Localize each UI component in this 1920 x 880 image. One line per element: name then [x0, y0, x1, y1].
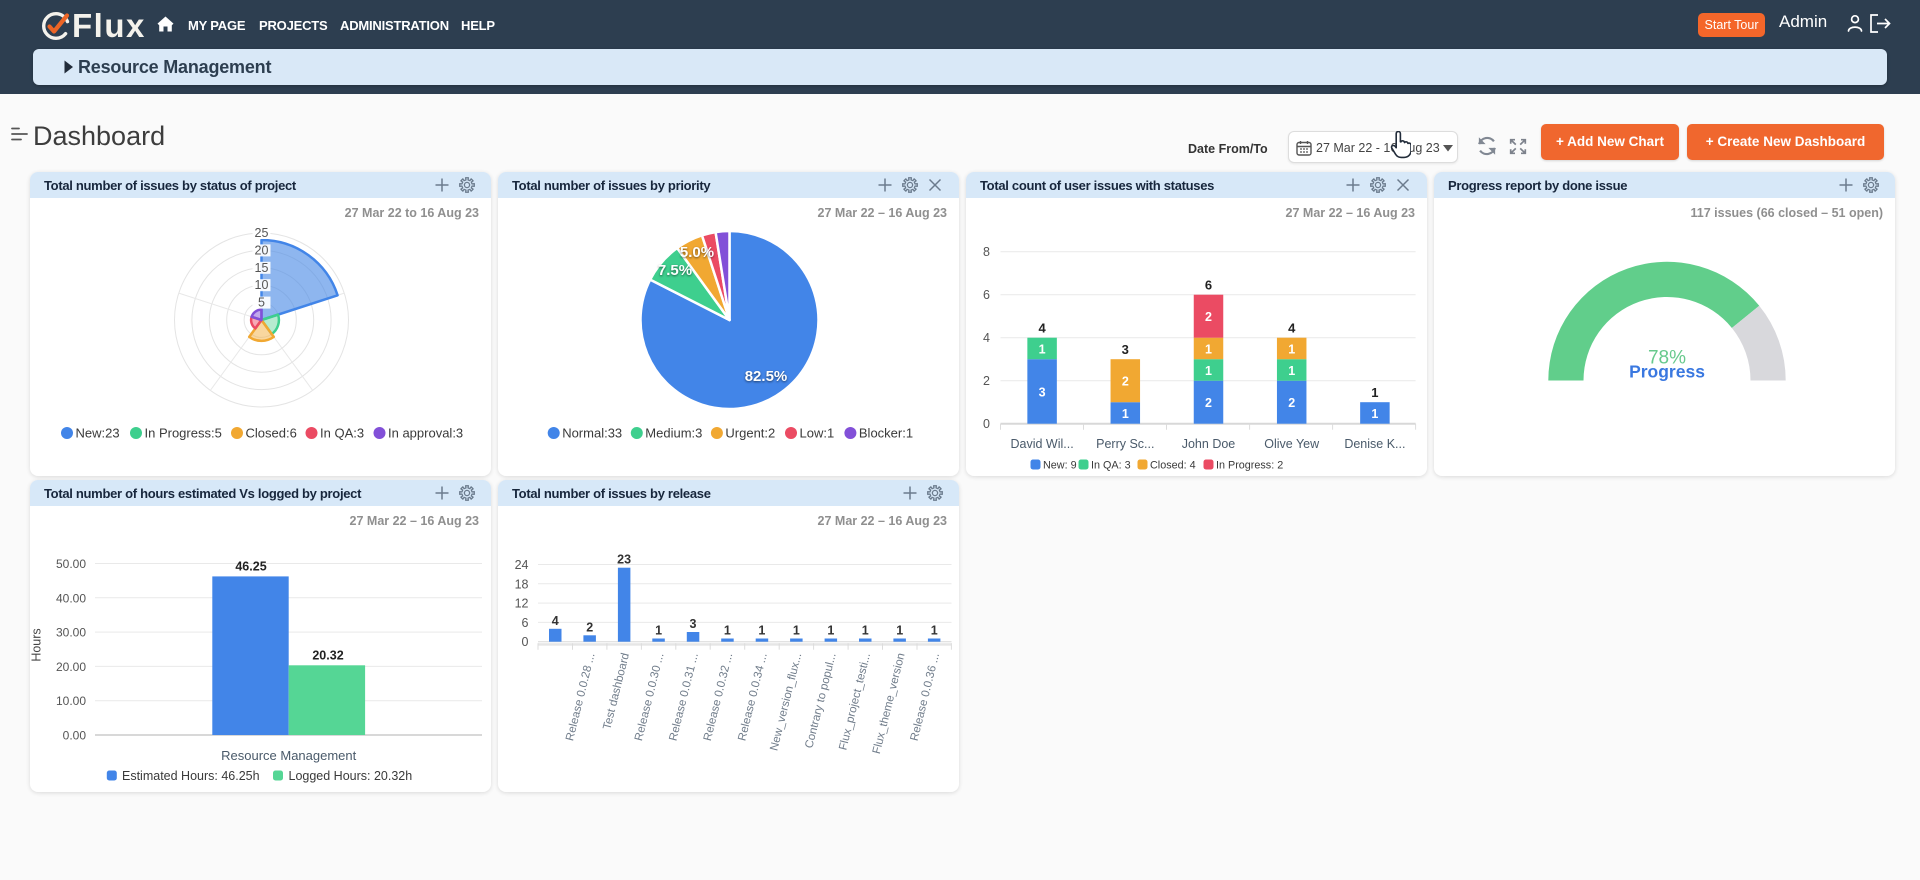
svg-text:1: 1	[931, 624, 938, 638]
svg-text:Blocker:1: Blocker:1	[859, 426, 913, 441]
svg-text:15: 15	[255, 261, 269, 275]
svg-text:Release 0.0.30 ...: Release 0.0.30 ...	[633, 652, 666, 742]
svg-text:1: 1	[827, 624, 834, 638]
svg-text:Closed: 4: Closed: 4	[1150, 460, 1196, 472]
svg-text:1: 1	[1039, 342, 1046, 356]
svg-text:2: 2	[1122, 375, 1129, 389]
svg-text:Closed:6: Closed:6	[246, 426, 297, 441]
svg-text:20.00: 20.00	[56, 660, 86, 674]
svg-text:2: 2	[586, 620, 593, 634]
svg-text:0: 0	[522, 635, 529, 649]
svg-text:David Wil...: David Wil...	[1010, 437, 1073, 451]
svg-text:Release 0.0.34 ...: Release 0.0.34 ...	[736, 652, 769, 742]
svg-text:1: 1	[1371, 385, 1378, 400]
svg-text:In Progress:5: In Progress:5	[145, 426, 222, 441]
svg-text:2: 2	[1288, 396, 1295, 410]
svg-text:50.00: 50.00	[56, 557, 86, 571]
svg-text:1: 1	[1288, 342, 1295, 356]
svg-text:20: 20	[255, 243, 269, 257]
svg-text:Logged Hours: 20.32h: Logged Hours: 20.32h	[289, 769, 413, 783]
svg-text:6: 6	[522, 616, 529, 630]
svg-text:10: 10	[255, 278, 269, 292]
svg-text:4: 4	[983, 331, 990, 345]
svg-text:18: 18	[515, 577, 529, 591]
svg-text:Release 0.0.28 ...: Release 0.0.28 ...	[564, 652, 597, 742]
svg-text:1: 1	[862, 624, 869, 638]
svg-text:4: 4	[1038, 321, 1046, 336]
svg-text:Resource Management: Resource Management	[221, 748, 357, 763]
svg-text:Urgent:2: Urgent:2	[725, 426, 775, 441]
svg-text:30.00: 30.00	[56, 626, 86, 640]
svg-text:1: 1	[793, 624, 800, 638]
svg-text:25: 25	[255, 226, 269, 240]
svg-text:Low:1: Low:1	[800, 426, 835, 441]
svg-text:5.0%: 5.0%	[680, 244, 714, 261]
svg-text:1: 1	[1288, 364, 1295, 378]
svg-text:0: 0	[983, 417, 990, 431]
svg-text:Release 0.0.31 ...: Release 0.0.31 ...	[667, 652, 700, 742]
svg-text:2: 2	[983, 374, 990, 388]
svg-text:Release 0.0.32 ...: Release 0.0.32 ...	[702, 652, 735, 742]
svg-text:Flux_theme_version: Flux_theme_version	[871, 652, 908, 755]
svg-text:1: 1	[724, 624, 731, 638]
svg-text:Normal:33: Normal:33	[562, 426, 622, 441]
svg-text:Perry Sc...: Perry Sc...	[1096, 437, 1154, 451]
svg-text:In QA: 3: In QA: 3	[1091, 460, 1131, 472]
svg-text:0.00: 0.00	[63, 729, 87, 743]
svg-text:1: 1	[1371, 407, 1378, 421]
svg-text:40.00: 40.00	[56, 591, 86, 605]
svg-text:Release 0.0.36 ...: Release 0.0.36 ...	[909, 652, 942, 742]
svg-text:10.00: 10.00	[56, 694, 86, 708]
svg-text:2: 2	[1205, 396, 1212, 410]
svg-text:1: 1	[1122, 407, 1129, 421]
svg-text:In approval:3: In approval:3	[388, 426, 463, 441]
svg-text:1: 1	[1205, 342, 1212, 356]
svg-text:4: 4	[1288, 321, 1296, 336]
svg-text:23: 23	[617, 553, 631, 567]
svg-text:New:23: New:23	[76, 426, 120, 441]
svg-text:New: 9: New: 9	[1043, 460, 1077, 472]
svg-text:Denise K...: Denise K...	[1344, 437, 1405, 451]
svg-text:6: 6	[983, 288, 990, 302]
svg-text:2: 2	[1205, 310, 1212, 324]
svg-text:4: 4	[552, 614, 559, 628]
svg-text:Progress: Progress	[1629, 362, 1705, 382]
svg-text:Hours: Hours	[30, 628, 44, 661]
svg-text:8: 8	[983, 245, 990, 259]
svg-text:1: 1	[896, 624, 903, 638]
svg-text:20.32: 20.32	[312, 648, 343, 662]
svg-text:John Doe: John Doe	[1182, 437, 1236, 451]
svg-text:Medium:3: Medium:3	[645, 426, 702, 441]
svg-text:In Progress: 2: In Progress: 2	[1216, 460, 1283, 472]
svg-text:3: 3	[690, 617, 697, 631]
svg-text:New_version_flux...: New_version_flux...	[768, 652, 804, 752]
svg-text:Test dashboard: Test dashboard	[601, 652, 632, 731]
svg-text:Contrary to popul...: Contrary to popul...	[803, 652, 838, 750]
svg-text:24: 24	[515, 558, 529, 572]
svg-text:1: 1	[758, 624, 765, 638]
svg-text:7.5%: 7.5%	[658, 262, 692, 279]
svg-text:1: 1	[1205, 364, 1212, 378]
svg-text:3: 3	[1039, 385, 1046, 399]
svg-text:46.25: 46.25	[235, 559, 266, 573]
svg-text:Estimated Hours: 46.25h: Estimated Hours: 46.25h	[122, 769, 260, 783]
svg-text:3: 3	[1122, 342, 1129, 357]
svg-text:1: 1	[655, 624, 662, 638]
svg-text:Olive Yew: Olive Yew	[1264, 437, 1320, 451]
svg-text:Flux_project_testi...: Flux_project_testi...	[837, 652, 873, 752]
svg-text:6: 6	[1205, 278, 1212, 293]
svg-text:In QA:3: In QA:3	[320, 426, 364, 441]
svg-text:82.5%: 82.5%	[745, 368, 788, 385]
svg-text:5: 5	[258, 296, 265, 310]
svg-text:12: 12	[515, 597, 529, 611]
